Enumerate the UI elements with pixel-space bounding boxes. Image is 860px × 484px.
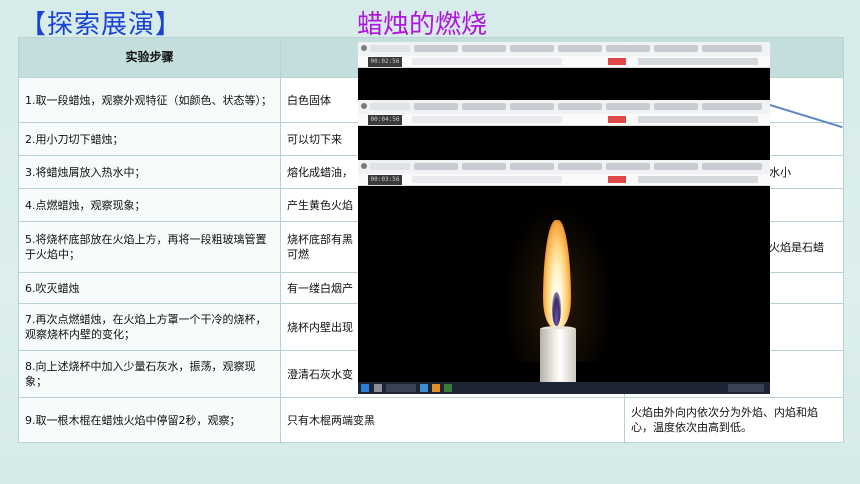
browser-addressbar: [358, 56, 770, 68]
conclusion-cell: 火焰由外向内依次分为外焰、内焰和焰心，温度依次由高到低。: [624, 397, 844, 443]
col-header-steps: 实验步骤: [18, 37, 281, 78]
start-icon[interactable]: [361, 384, 369, 392]
table-row: 9.取一根木棍在蜡烛火焰中停留2秒，观察； 只有木棍两端变黑 火焰由外向内依次分…: [18, 397, 844, 443]
step-cell: 6.吹灭蜡烛: [18, 272, 281, 304]
step-cell: 3.将蜡烛屑放入热水中；: [18, 155, 281, 189]
phenomenon-cell: 只有木棍两端变黑: [280, 397, 625, 443]
video-timestamp: 00:03:56: [368, 175, 402, 185]
step-cell: 1.取一段蜡烛，观察外观特征（如颜色、状态等）；: [18, 77, 281, 123]
phenomenon-line-1: 烧杯底部有黑: [287, 233, 353, 246]
browser-tabbar: [358, 42, 770, 57]
candle-body: [540, 329, 576, 382]
step-cell: 7.再次点燃蜡烛，在火焰上方罩一个干冷的烧杯，观察烧杯内壁的变化；: [18, 303, 281, 351]
flame-core: [552, 292, 561, 326]
step-cell: 5.将烧杯底部放在火焰上方，再将一段粗玻璃管置于火焰中；: [18, 221, 281, 273]
step-cell: 9.取一根木棍在蜡烛火焰中停留2秒，观察；: [18, 397, 281, 443]
browser-addressbar: [358, 174, 770, 186]
browser-addressbar: [358, 114, 770, 126]
video-timestamp: 00:02:56: [368, 57, 402, 67]
topic-title: 蜡烛的燃烧: [357, 10, 488, 40]
os-taskbar: [358, 382, 770, 394]
section-title: 【探索展演】: [20, 10, 183, 40]
phenomenon-line-2: 可燃: [287, 248, 309, 261]
step-cell: 2.用小刀切下蜡烛；: [18, 122, 281, 156]
candle-video-player[interactable]: 00:02:56 00:04:56 00:03:56: [358, 42, 770, 394]
step-cell: 4.点燃蜡烛，观察现象；: [18, 188, 281, 222]
browser-tabbar: [358, 100, 770, 115]
browser-tabbar: [358, 160, 770, 175]
video-timestamp: 00:04:56: [368, 115, 402, 125]
step-cell: 8.向上述烧杯中加入少量石灰水，振荡，观察现象；: [18, 350, 281, 398]
